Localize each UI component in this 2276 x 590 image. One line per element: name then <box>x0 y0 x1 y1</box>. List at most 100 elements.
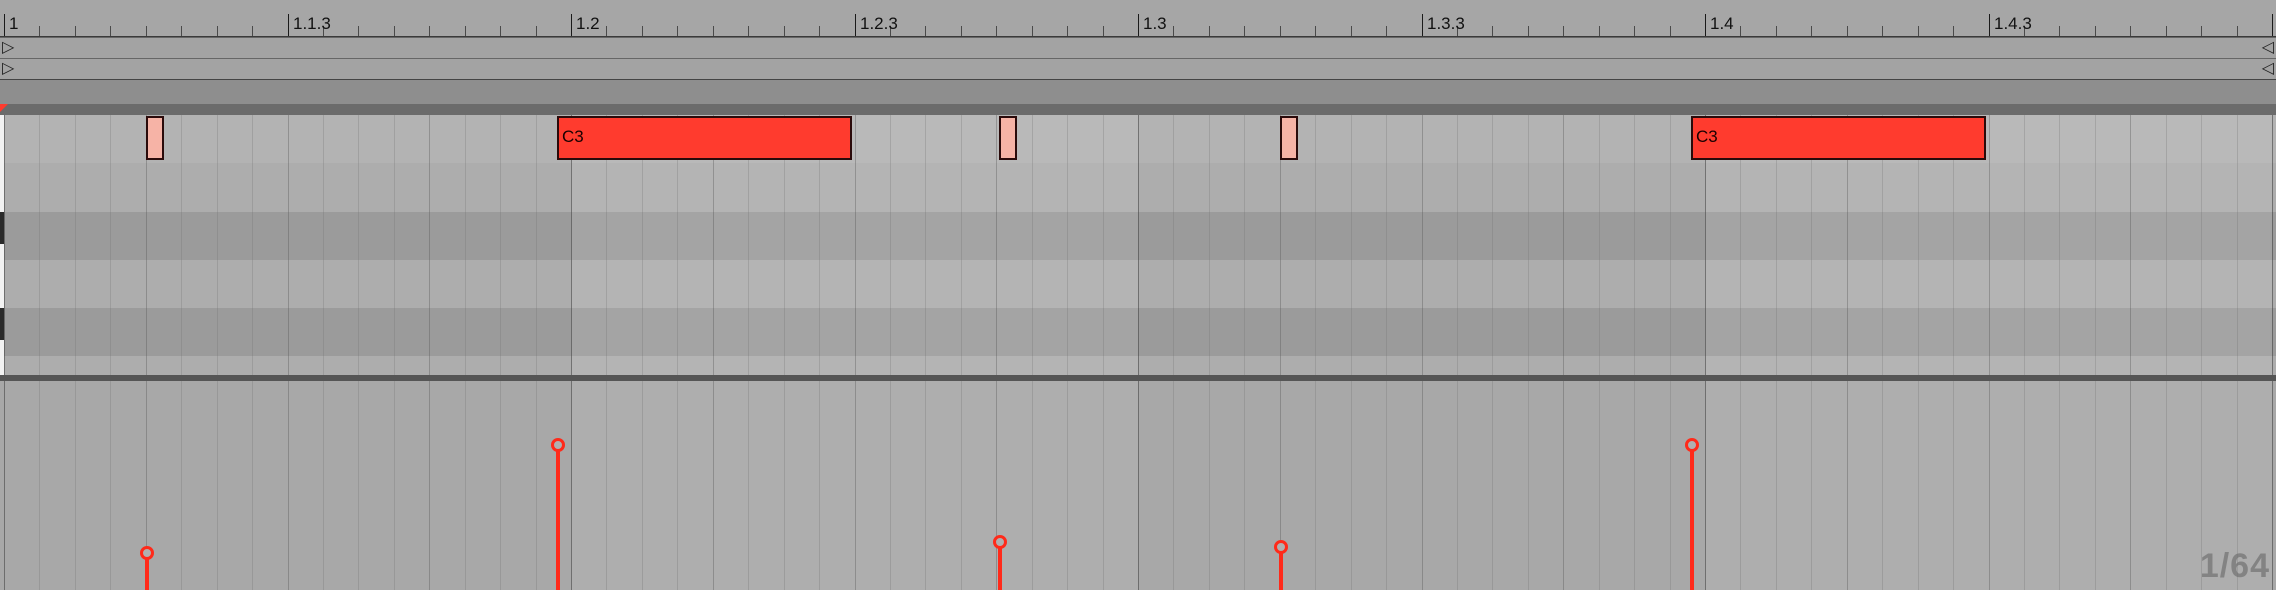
grid-line <box>1422 115 1423 375</box>
ruler-minor-tick <box>1315 26 1316 36</box>
grid-line <box>181 381 182 590</box>
grid-line <box>429 115 430 375</box>
grid-line <box>819 381 820 590</box>
midi-note[interactable] <box>146 116 164 160</box>
scrub-area[interactable] <box>0 80 2276 104</box>
ruler-minor-tick <box>75 26 76 36</box>
ruler-minor-tick <box>606 26 607 36</box>
ruler-minor-tick <box>1776 26 1777 36</box>
grid-line <box>1315 381 1316 590</box>
grid-line <box>217 381 218 590</box>
ruler-position-label: 1.3 <box>1143 14 1167 33</box>
ruler-minor-tick <box>465 26 466 36</box>
grid-line <box>2272 115 2273 375</box>
velocity-handle[interactable] <box>993 535 1007 549</box>
grid-line <box>1351 115 1352 375</box>
grid-line <box>1386 115 1387 375</box>
grid-line <box>1705 381 1706 590</box>
ruler-minor-tick <box>2201 26 2202 36</box>
grid-line <box>1989 115 1990 375</box>
loop-brace-strip[interactable]: ▷ ◁ <box>0 37 2276 59</box>
grid-line <box>110 115 111 375</box>
grid-line <box>1103 381 1104 590</box>
grid-line <box>394 115 395 375</box>
ruler-minor-tick <box>1209 26 1210 36</box>
ruler-minor-tick <box>677 26 678 36</box>
ruler-minor-tick <box>1740 26 1741 36</box>
grid-line <box>536 381 537 590</box>
grid-line <box>110 381 111 590</box>
grid-line <box>1173 381 1174 590</box>
loop-start-arrow-icon[interactable]: ▷ <box>2 39 14 57</box>
grid-line <box>996 381 997 590</box>
velocity-handle[interactable] <box>140 546 154 560</box>
grid-line <box>1032 115 1033 375</box>
velocity-handle[interactable] <box>1274 540 1288 554</box>
grid-line <box>2095 115 2096 375</box>
ruler-minor-tick <box>146 26 147 36</box>
grid-line <box>429 381 430 590</box>
ruler-minor-tick <box>1528 26 1529 36</box>
grid-line <box>1173 115 1174 375</box>
fold-bar <box>0 104 2276 115</box>
playhead-marker-icon <box>0 104 8 112</box>
grid-line <box>571 381 572 590</box>
loop-end-arrow-icon[interactable]: ◁ <box>2262 39 2274 57</box>
midi-note[interactable] <box>1280 116 1298 160</box>
ruler-minor-tick <box>2237 26 2238 36</box>
grid-line <box>1953 381 1954 590</box>
grid-line <box>1599 115 1600 375</box>
velocity-lane[interactable]: 1/64 <box>0 381 2276 590</box>
velocity-stem[interactable] <box>998 542 1002 590</box>
end-marker-arrow-icon[interactable]: ◁ <box>2262 60 2274 78</box>
midi-note[interactable]: C3 <box>1691 116 1986 160</box>
piano-key-strip[interactable] <box>0 115 4 375</box>
note-editor-grid[interactable]: C3 C3 <box>0 115 2276 375</box>
midi-note[interactable]: C3 <box>557 116 852 160</box>
ruler-minor-tick <box>394 26 395 36</box>
grid-line <box>1209 115 1210 375</box>
grid-line <box>961 115 962 375</box>
ruler-minor-tick <box>39 26 40 36</box>
midi-note[interactable] <box>999 116 1017 160</box>
grid-line <box>1670 381 1671 590</box>
grid-line <box>75 381 76 590</box>
start-marker-arrow-icon[interactable]: ▷ <box>2 60 14 78</box>
black-key[interactable] <box>0 308 4 340</box>
ruler-minor-tick <box>1563 26 1564 36</box>
ruler-minor-tick <box>429 26 430 36</box>
grid-line <box>2130 115 2131 375</box>
ruler-major-tick <box>1705 14 1706 36</box>
ruler-minor-tick <box>1351 26 1352 36</box>
ruler-minor-tick <box>1032 26 1033 36</box>
ruler-minor-tick <box>996 26 997 36</box>
ruler-minor-tick <box>110 26 111 36</box>
velocity-handle[interactable] <box>551 438 565 452</box>
ruler-minor-tick <box>1244 26 1245 36</box>
grid-line <box>252 115 253 375</box>
ruler-position-label: 1.3.3 <box>1427 14 1465 33</box>
timeline-ruler[interactable]: 1 1.1.3 1.2 1.2.3 1.3 1.3.3 1.4 1.4.3 <box>0 0 2276 37</box>
grid-line <box>1067 115 1068 375</box>
velocity-stem[interactable] <box>1690 445 1694 590</box>
start-end-marker-strip[interactable]: ▷ ◁ <box>0 58 2276 80</box>
velocity-handle[interactable] <box>1685 438 1699 452</box>
grid-line <box>1244 115 1245 375</box>
grid-line <box>1776 381 1777 590</box>
grid-line <box>1067 381 1068 590</box>
grid-line <box>925 381 926 590</box>
grid-line <box>1989 381 1990 590</box>
ruler-minor-tick <box>2166 26 2167 36</box>
ruler-position-label: 1.1.3 <box>293 14 331 33</box>
grid-line <box>1563 115 1564 375</box>
velocity-stem[interactable] <box>556 445 560 590</box>
grid-line <box>500 381 501 590</box>
grid-line <box>1918 381 1919 590</box>
grid-line <box>1351 381 1352 590</box>
grid-line <box>217 115 218 375</box>
grid-line <box>288 381 289 590</box>
grid-line <box>1103 115 1104 375</box>
grid-line <box>1032 381 1033 590</box>
grid-line <box>1847 381 1848 590</box>
black-key[interactable] <box>0 212 4 244</box>
